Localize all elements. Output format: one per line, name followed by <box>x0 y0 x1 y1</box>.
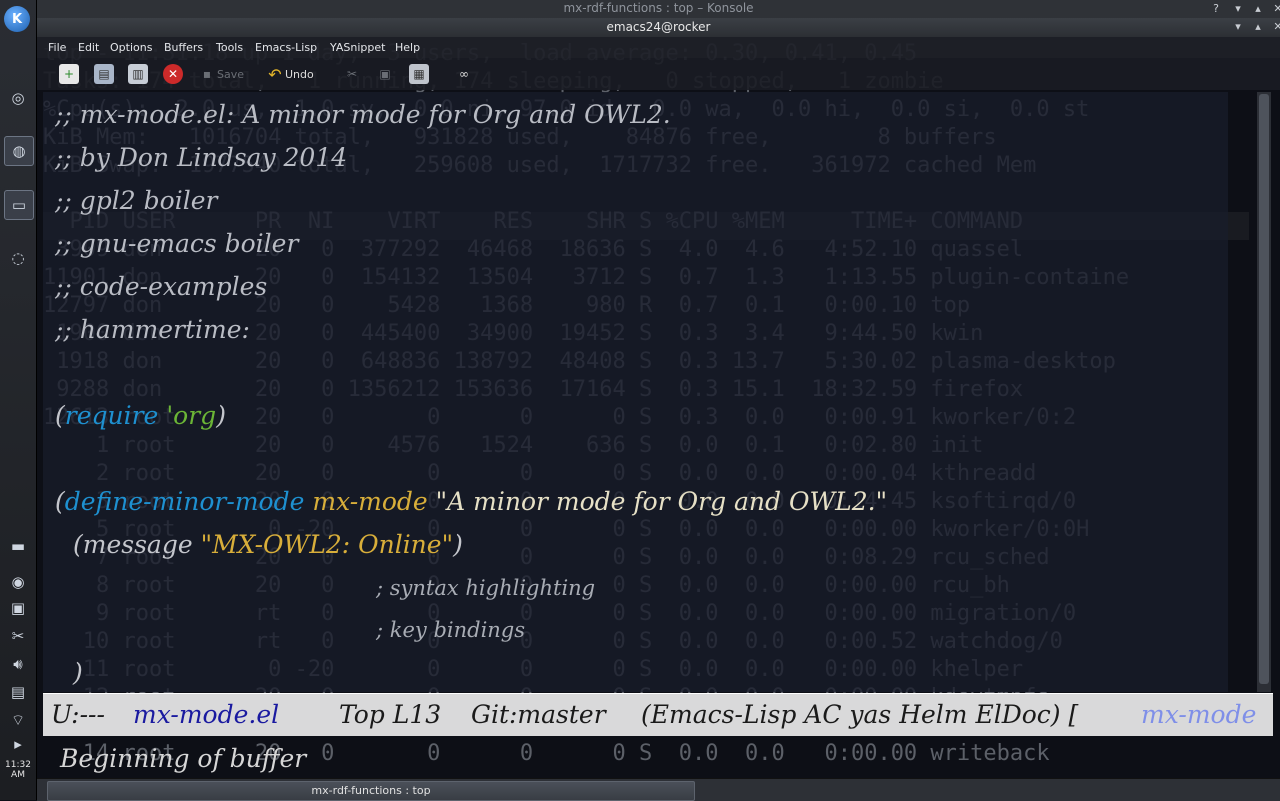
konsole-help-icon[interactable]: ? <box>1209 2 1223 16</box>
menu-emacs-lisp[interactable]: Emacs-Lisp <box>255 41 317 54</box>
copy-button[interactable]: ▣ <box>375 63 395 85</box>
konsole-window-title: mx-rdf-functions : top – Konsole <box>563 1 754 15</box>
binoculars-icon: ∞ <box>459 67 469 81</box>
emacs-menubar: File Edit Options Buffers Tools Emacs-Li… <box>37 37 1280 58</box>
konsole-titlebar: mx-rdf-functions : top – Konsole ? ▾ ▴ ✕ <box>37 0 1280 18</box>
terminal-task-icon[interactable]: ▭ <box>4 190 34 220</box>
undo-button[interactable]: ↶ Undo <box>265 63 314 85</box>
save-icon: ▪ <box>202 67 212 81</box>
menu-yasnippet[interactable]: YASnippet <box>330 41 385 54</box>
menu-file[interactable]: File <box>48 41 66 54</box>
mode-line: U:--- mx-mode.el Top L13 Git:master (Ema… <box>43 693 1273 736</box>
konsole-close-icon[interactable]: ✕ <box>1271 2 1280 16</box>
emacs-maximize-icon[interactable]: ▴ <box>1251 20 1265 34</box>
message-form: (message "MX-OWL2: Online") <box>73 530 463 559</box>
paste-icon: ▦ <box>409 64 429 84</box>
emacs-task-icon[interactable]: ◍ <box>4 136 34 166</box>
emacs-titlebar: emacs24@rocker ▾ ▴ ✕ <box>37 18 1280 37</box>
menu-edit[interactable]: Edit <box>78 41 99 54</box>
require-keyword: require <box>64 401 159 430</box>
modeline-minor-mode[interactable]: mx-mode <box>1141 700 1256 729</box>
paste-button[interactable]: ▦ <box>409 63 429 85</box>
modeline-vc[interactable]: Git:master <box>471 700 606 729</box>
konsole-maximize-icon[interactable]: ▴ <box>1251 2 1265 16</box>
require-close-paren: ) <box>216 401 226 430</box>
open-file-icon: ▤ <box>94 64 114 84</box>
comment-line-1: ;; mx-mode.el: A minor mode for Org and … <box>55 100 671 129</box>
updates-icon[interactable]: ▣ <box>4 594 32 622</box>
undo-icon: ↶ <box>268 64 282 84</box>
cut-icon: ✂ <box>346 67 358 81</box>
define-docstring: "A minor mode for Org and OWL2." <box>435 487 888 516</box>
comment-line-4: ;; gnu-emacs boiler <box>55 229 299 258</box>
editor-scrollbar[interactable] <box>1257 92 1271 692</box>
panel-clock: 11:32 AM <box>5 760 31 780</box>
new-file-button[interactable]: + <box>59 63 79 85</box>
search-button[interactable]: ∞ <box>454 63 474 85</box>
emacs-close-icon[interactable]: ✕ <box>1271 20 1280 34</box>
define-form: (define-minor-mode mx-mode "A minor mode… <box>55 487 887 516</box>
comment-line-3: ;; gpl2 boiler <box>55 186 218 215</box>
modeline-position: Top L13 <box>339 700 442 729</box>
dired-icon: ▥ <box>128 64 148 84</box>
copy-icon: ▣ <box>379 67 391 81</box>
closing-paren: ) <box>73 658 83 687</box>
close-buffer-icon: ✕ <box>163 64 183 84</box>
app-launcher-icon[interactable]: ◎ <box>4 84 32 112</box>
menu-options[interactable]: Options <box>110 41 152 54</box>
editor-buffer[interactable]: ;; mx-mode.el: A minor mode for Org and … <box>43 92 1228 692</box>
comment-syntax-highlighting: ; syntax highlighting <box>376 576 596 600</box>
message-close-paren: ) <box>453 530 463 559</box>
save-label: Save <box>217 67 245 81</box>
emacs-window-title: emacs24@rocker <box>606 20 711 34</box>
konsole-minimize-icon[interactable]: ▾ <box>1231 2 1245 16</box>
require-form: (require 'org) <box>55 401 226 430</box>
menu-buffers[interactable]: Buffers <box>164 41 203 54</box>
modeline-status: U:--- <box>51 700 105 729</box>
tools-icon[interactable]: ✂ <box>4 622 32 650</box>
define-mode-name: mx-mode <box>312 487 428 516</box>
message-string: "MX-OWL2: Online" <box>200 530 454 559</box>
comment-line-6: ;; hammertime: <box>55 315 250 344</box>
define-keyword: define-minor-mode <box>64 487 305 516</box>
emacs-toolbar: + ▤ ▥ ✕ ▪ Save ↶ Undo ✂ ▣ ▦ ∞ <box>37 58 1280 90</box>
emacs-minimize-icon[interactable]: ▾ <box>1231 20 1245 34</box>
kill-buffer-button[interactable]: ✕ <box>163 63 183 85</box>
menu-help[interactable]: Help <box>395 41 420 54</box>
new-file-icon: + <box>59 64 79 84</box>
comment-line-5: ;; code-examples <box>55 272 268 301</box>
modeline-buffer-name[interactable]: mx-mode.el <box>133 700 279 729</box>
network-icon[interactable]: ◉ <box>4 568 32 596</box>
undo-label: Undo <box>285 67 314 81</box>
browser-task-icon[interactable]: ◌ <box>4 244 32 272</box>
clipboard-icon[interactable]: ▤ <box>4 678 32 706</box>
modeline-modes[interactable]: (Emacs-Lisp AC yas Helm ElDoc) [ <box>641 700 1078 729</box>
scrollbar-thumb[interactable] <box>1259 94 1269 684</box>
desktop-icon[interactable]: ▬ <box>4 532 32 560</box>
save-button[interactable]: ▪ Save <box>197 63 244 85</box>
dired-button[interactable]: ▥ <box>128 63 148 85</box>
cut-button[interactable]: ✂ <box>342 63 362 85</box>
panel-expand-icon[interactable]: ▸ <box>4 730 32 758</box>
define-open-paren: ( <box>55 487 65 516</box>
require-symbol: 'org <box>166 401 217 430</box>
echo-area: Beginning of buffer <box>60 744 307 773</box>
menu-tools[interactable]: Tools <box>216 41 243 54</box>
taskbar: mx-rdf-functions : top <box>37 778 1280 801</box>
open-file-button[interactable]: ▤ <box>94 63 114 85</box>
taskbar-entry-konsole[interactable]: mx-rdf-functions : top <box>47 781 695 801</box>
kde-side-panel: K ◎ ◍ ▭ ◌ ▬ ◉ ▣ ✂ 🔊︎ ▤ ⌔ ▸ 11:32 AM <box>0 0 37 800</box>
require-open-paren: ( <box>55 401 65 430</box>
kde-menu-icon[interactable]: K <box>4 6 30 32</box>
comment-key-bindings: ; key bindings <box>376 618 526 642</box>
volume-icon[interactable]: 🔊︎ <box>4 650 32 678</box>
message-call: (message <box>73 530 193 559</box>
comment-line-2: ;; by Don Lindsay 2014 <box>55 143 348 172</box>
